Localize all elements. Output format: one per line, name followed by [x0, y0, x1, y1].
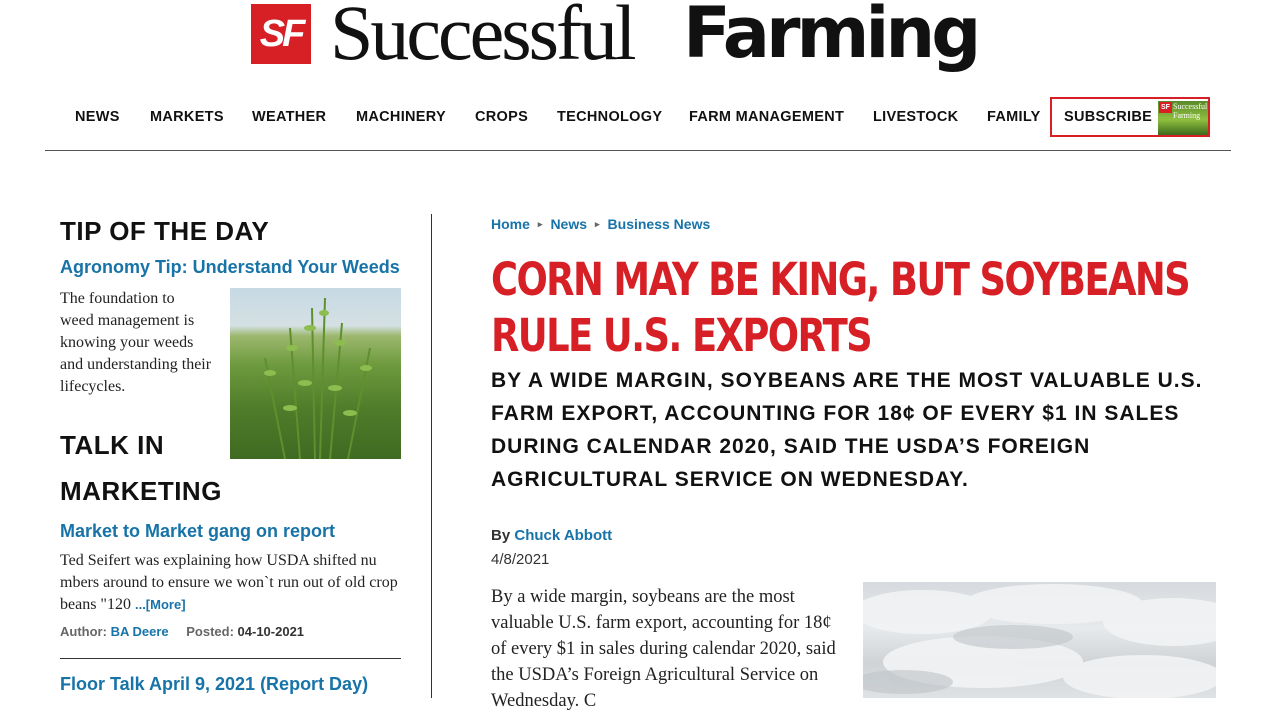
author-label: Author: — [60, 624, 107, 639]
talk-meta: Author: BA Deere Posted: 04-10-2021 — [60, 624, 304, 639]
nav-item-technology[interactable]: TECHNOLOGY — [557, 97, 662, 137]
publish-date: 4/8/2021 — [491, 551, 550, 568]
site-logo[interactable]: SF Successful Farming — [250, 0, 1030, 85]
talk-summary: Ted Seifert was explaining how USDA shif… — [60, 550, 401, 616]
breadcrumb-separator-icon: ▸ — [595, 219, 600, 229]
tip-of-the-day-heading: TIP OF THE DAY — [60, 216, 270, 246]
nav-item-markets[interactable]: MARKETS — [150, 97, 224, 137]
tip-article-link[interactable]: Agronomy Tip: Understand Your Weeds — [60, 255, 400, 279]
nav-item-farm-management[interactable]: FARM MANAGEMENT — [689, 97, 844, 137]
by-label: By — [491, 527, 511, 544]
breadcrumb-news[interactable]: News — [550, 216, 587, 232]
weed-plant-illustration — [264, 297, 372, 459]
magazine-sf-badge: SF — [1159, 102, 1172, 113]
read-more-link[interactable]: ...[More] — [135, 597, 186, 612]
byline: By Chuck Abbott — [491, 527, 612, 544]
breadcrumb-separator-icon: ▸ — [537, 219, 543, 229]
nav-item-livestock[interactable]: LIVESTOCK — [873, 97, 958, 137]
nav-item-crops[interactable]: CROPS — [475, 97, 528, 137]
logo-word-farming: Farming — [683, 0, 981, 74]
magazine-cover-thumbnail: SF Successful Farming — [1158, 101, 1208, 135]
subscribe-label: SUBSCRIBE — [1064, 109, 1153, 125]
author-link[interactable]: Chuck Abbott — [514, 527, 612, 544]
article-image[interactable] — [863, 582, 1216, 698]
weed-field-image[interactable] — [230, 288, 401, 459]
nav-divider — [45, 150, 1231, 151]
sidebar-divider — [60, 658, 401, 659]
magazine-title: Successful Farming — [1173, 102, 1208, 120]
column-divider — [431, 214, 432, 698]
logo-word-successful: Successful — [330, 0, 637, 76]
talk-article-link[interactable]: Market to Market gang on report — [60, 519, 335, 543]
talk-summary-text: Ted Seifert was explaining how USDA shif… — [60, 552, 398, 613]
logo-badge: SF — [251, 4, 311, 64]
nav-item-machinery[interactable]: MACHINERY — [356, 97, 446, 137]
tip-summary: The foundation to weed management is kno… — [60, 290, 212, 395]
breadcrumb-business-news[interactable]: Business News — [608, 216, 711, 232]
nav-item-weather[interactable]: WEATHER — [252, 97, 326, 137]
article-headline: CORN MAY BE KING, BUT SOYBEANS RULE U.S.… — [491, 253, 1191, 362]
talk-in-marketing-heading-line2: MARKETING — [60, 476, 222, 506]
main-nav: NEWS MARKETS WEATHER MACHINERY CROPS TEC… — [0, 97, 1280, 137]
breadcrumb: Home ▸ News ▸ Business News — [491, 214, 710, 236]
article-subhead: BY A WIDE MARGIN, SOYBEANS ARE THE MOST … — [491, 369, 1203, 491]
floor-talk-link[interactable]: Floor Talk April 9, 2021 (Report Day) — [60, 672, 368, 696]
article-body: By a wide margin, soybeans are the most … — [491, 587, 836, 711]
cloudy-sky-image — [863, 584, 1216, 698]
subscribe-button[interactable]: SUBSCRIBE SF Successful Farming — [1050, 97, 1210, 137]
nav-item-family[interactable]: FAMILY — [987, 97, 1041, 137]
posted-label: Posted: — [186, 624, 234, 639]
breadcrumb-home[interactable]: Home — [491, 216, 530, 232]
talk-author-link[interactable]: BA Deere — [111, 624, 169, 639]
posted-date: 04-10-2021 — [237, 624, 305, 639]
talk-in-marketing-heading-line1: TALK IN — [60, 430, 165, 460]
nav-item-news[interactable]: NEWS — [75, 97, 120, 137]
